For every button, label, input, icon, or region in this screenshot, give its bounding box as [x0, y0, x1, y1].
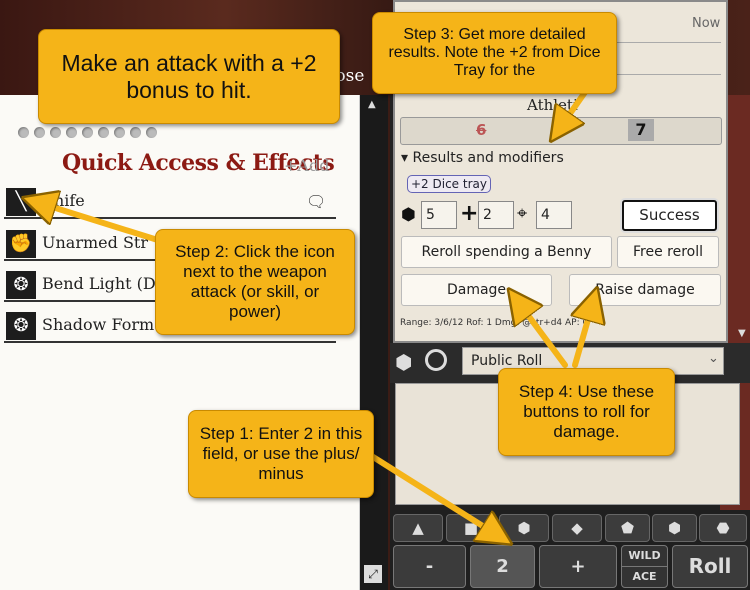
scroll-down-icon[interactable]: ▼ — [738, 328, 746, 339]
binder-hole — [130, 127, 141, 138]
scroll-up-icon[interactable]: ▲ — [368, 99, 376, 110]
plus-button[interactable]: + — [539, 545, 617, 588]
binder-hole — [18, 127, 29, 138]
modifier-field[interactable]: 2 — [478, 201, 514, 229]
target-icon: ⌖ — [517, 203, 528, 224]
free-reroll-button[interactable]: Free reroll — [617, 236, 719, 268]
binder-hole — [34, 127, 45, 138]
skill-name: Athleti — [527, 96, 578, 114]
power-icon[interactable]: ❂ — [6, 271, 36, 299]
modifier-input[interactable]: 2 — [470, 545, 535, 588]
item-label: Knife — [42, 191, 85, 210]
item-label: Shadow Form — [42, 315, 155, 334]
resize-icon[interactable]: ⤢ — [364, 565, 382, 583]
discarded-roll: 6 — [476, 121, 487, 139]
chevron-down-icon[interactable]: ⌄ — [708, 351, 719, 366]
attack-callout: Make an attack with a +2 bonus to hit. — [38, 29, 340, 124]
raise-damage-button[interactable]: Raise damage — [569, 274, 721, 306]
damage-button[interactable]: Damage — [401, 274, 552, 306]
weapon-stats: Range: 3/6/12 Rof: 1 Dmg: @str+d4 AP: 0 — [400, 318, 589, 328]
ace-label: ACE — [622, 566, 667, 587]
step3-callout: Step 3: Get more detailed results. Note … — [372, 12, 617, 94]
wild-ace-toggle[interactable]: WILD ACE — [621, 545, 668, 588]
roll-results-row — [400, 117, 722, 145]
step2-callout: Step 2: Click the icon next to the weapo… — [155, 229, 355, 335]
binder-hole — [98, 127, 109, 138]
d20-button[interactable]: ⬢ — [652, 514, 697, 542]
d20-icon[interactable]: ⬢ — [395, 350, 412, 374]
roll-button[interactable]: Roll — [672, 545, 748, 588]
add-button[interactable]: +Add — [284, 156, 329, 175]
binder-hole — [66, 127, 77, 138]
d4-button[interactable]: ▲ — [393, 514, 443, 542]
d12-button[interactable]: ⬟ — [605, 514, 650, 542]
dice-tray-modifier-tag: +2 Dice tray — [407, 175, 491, 193]
d100-button[interactable]: ⬣ — [699, 514, 747, 542]
binder-hole — [50, 127, 61, 138]
sheet-scrollbar[interactable]: ▲ ⤢ — [360, 95, 388, 590]
die-result-field[interactable]: 5 — [421, 201, 457, 229]
wild-label: WILD — [628, 549, 661, 562]
dice-icon: ⬢ — [401, 205, 416, 225]
power-icon[interactable]: ❂ — [6, 312, 36, 340]
minus-button[interactable]: - — [393, 545, 466, 588]
target-mode-icon[interactable] — [425, 349, 447, 371]
success-badge: Success — [622, 200, 717, 231]
caret-down-icon: ▾ — [401, 150, 413, 166]
step1-callout: Step 1: Enter 2 in this field, or use th… — [188, 410, 374, 498]
d8-button[interactable]: ⬢ — [499, 514, 549, 542]
d10-button[interactable]: ◆ — [552, 514, 602, 542]
reroll-benny-button[interactable]: Reroll spending a Benny — [401, 236, 612, 268]
fist-icon[interactable]: ✊ — [6, 230, 36, 258]
quick-access-item[interactable]: ╲ Knife — [4, 185, 336, 219]
results-label: Results and modifiers — [412, 150, 564, 166]
binder-hole — [146, 127, 157, 138]
step4-callout: Step 4: Use these buttons to roll for da… — [498, 368, 675, 456]
item-label: Bend Light (Di — [42, 274, 161, 293]
item-label: Unarmed Str — [42, 233, 148, 252]
chat-bubble-icon[interactable]: 🗨 — [306, 192, 326, 211]
knife-icon[interactable]: ╲ — [6, 188, 36, 216]
binder-hole — [82, 127, 93, 138]
target-number-field[interactable]: 4 — [536, 201, 572, 229]
d6-button[interactable]: ■ — [446, 514, 496, 542]
plus-icon: + — [460, 201, 479, 226]
binder-hole — [114, 127, 125, 138]
kept-roll: 7 — [628, 119, 654, 141]
results-toggle[interactable]: ▾ Results and modifiers — [401, 150, 564, 166]
timestamp: Now — [692, 16, 721, 31]
